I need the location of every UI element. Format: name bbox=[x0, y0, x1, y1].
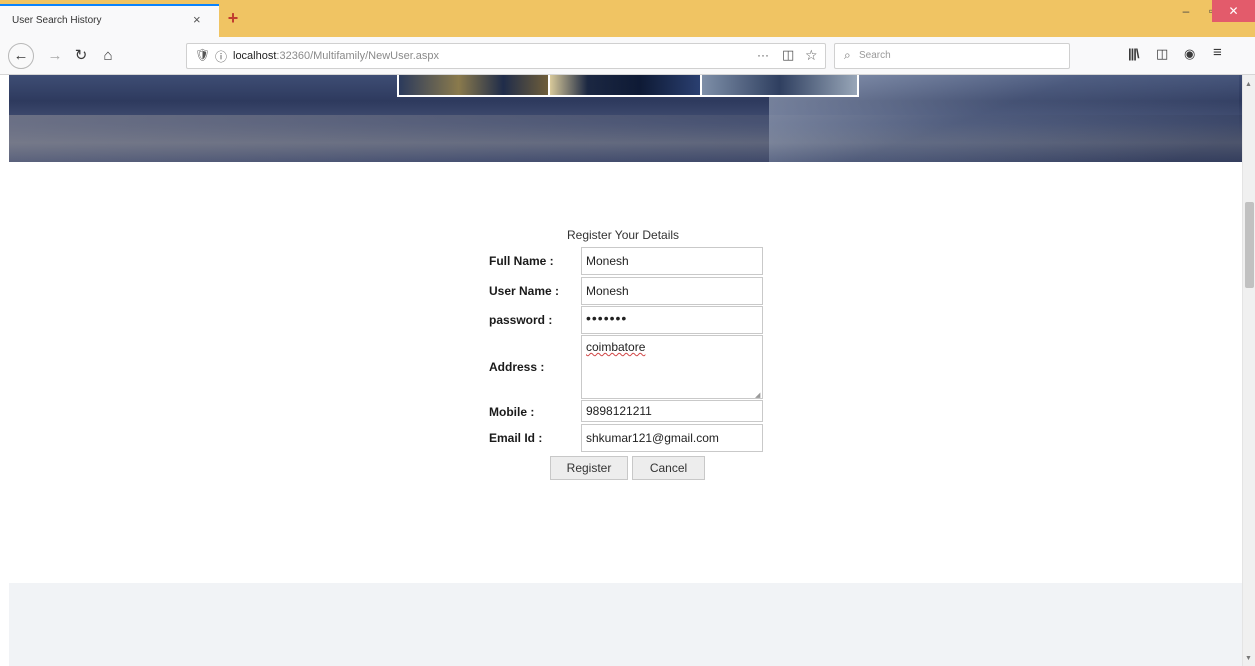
tab-close-icon[interactable]: × bbox=[193, 12, 201, 27]
sidebar-icon[interactable]: ◫ bbox=[1156, 46, 1168, 62]
account-icon[interactable]: ◉ bbox=[1184, 46, 1195, 62]
scroll-down-arrow-icon[interactable]: ▼ bbox=[1245, 655, 1252, 662]
browser-tab[interactable]: User Search History × bbox=[0, 4, 219, 37]
full-name-input[interactable] bbox=[581, 247, 763, 275]
url-host: localhost bbox=[233, 50, 277, 62]
search-bar[interactable]: ⌕ Search bbox=[834, 43, 1070, 69]
url-text[interactable]: localhost:32360/Multifamily/NewUser.aspx bbox=[233, 50, 439, 62]
scroll-up-arrow-icon[interactable]: ▲ bbox=[1245, 81, 1252, 88]
search-icon: ⌕ bbox=[844, 48, 851, 62]
mobile-label: Mobile : bbox=[489, 405, 535, 419]
form-title: Register Your Details bbox=[567, 228, 680, 242]
tab-title: User Search History bbox=[12, 15, 102, 26]
search-placeholder: Search bbox=[859, 50, 891, 61]
library-icon[interactable]: |||\ bbox=[1128, 46, 1139, 61]
address-label: Address : bbox=[489, 360, 545, 374]
footer-band bbox=[9, 583, 1242, 666]
bookmark-star-icon[interactable]: ☆ bbox=[805, 47, 818, 64]
page-actions-icon[interactable]: ··· bbox=[757, 48, 769, 62]
address-value: coimbatore bbox=[586, 340, 646, 354]
hamburger-menu-icon[interactable]: ≡ bbox=[1213, 44, 1222, 61]
vertical-scrollbar[interactable]: ▲ ▼ bbox=[1242, 75, 1255, 666]
address-bar[interactable]: 🛡 ⓘ localhost:32360/Multifamily/NewUser.… bbox=[186, 43, 826, 69]
banner-thumbnail bbox=[399, 75, 549, 95]
scrollbar-thumb[interactable] bbox=[1245, 202, 1254, 288]
full-name-label: Full Name : bbox=[489, 254, 554, 268]
banner-thumbnail bbox=[701, 75, 857, 95]
register-button[interactable]: Register bbox=[550, 456, 628, 480]
password-label: password : bbox=[489, 313, 553, 327]
home-button[interactable]: ⌂ bbox=[96, 45, 120, 69]
banner-thumbnail bbox=[550, 75, 700, 95]
user-name-input[interactable] bbox=[581, 277, 763, 305]
cancel-button[interactable]: Cancel bbox=[632, 456, 705, 480]
navigation-toolbar: ← → ↻ ⌂ 🛡 ⓘ localhost:32360/Multifamily/… bbox=[0, 37, 1255, 75]
email-input[interactable] bbox=[581, 424, 763, 452]
resize-grip-icon[interactable]: ◢ bbox=[755, 391, 760, 399]
pocket-icon[interactable]: ◫ bbox=[782, 47, 794, 63]
password-input[interactable]: ••••••• bbox=[581, 306, 763, 334]
reload-button[interactable]: ↻ bbox=[69, 45, 93, 69]
new-tab-button[interactable]: + bbox=[222, 6, 244, 30]
address-textarea[interactable]: coimbatore bbox=[581, 335, 763, 399]
url-path: :32360/Multifamily/NewUser.aspx bbox=[276, 50, 440, 62]
tracking-shield-icon[interactable]: 🛡 bbox=[195, 48, 210, 62]
close-window-button[interactable]: ✕ bbox=[1212, 0, 1255, 22]
user-name-label: User Name : bbox=[489, 284, 560, 298]
email-label: Email Id : bbox=[489, 431, 543, 445]
browser-title-bar: User Search History × + – ▫ ✕ bbox=[0, 0, 1255, 37]
mobile-input[interactable] bbox=[581, 400, 763, 422]
page-viewport: Register Your Details Full Name : User N… bbox=[0, 75, 1242, 666]
banner-thumbnail-strip bbox=[397, 75, 859, 97]
back-button[interactable]: ← bbox=[8, 43, 34, 69]
forward-button[interactable]: → bbox=[43, 45, 67, 69]
site-info-icon[interactable]: ⓘ bbox=[215, 48, 227, 65]
